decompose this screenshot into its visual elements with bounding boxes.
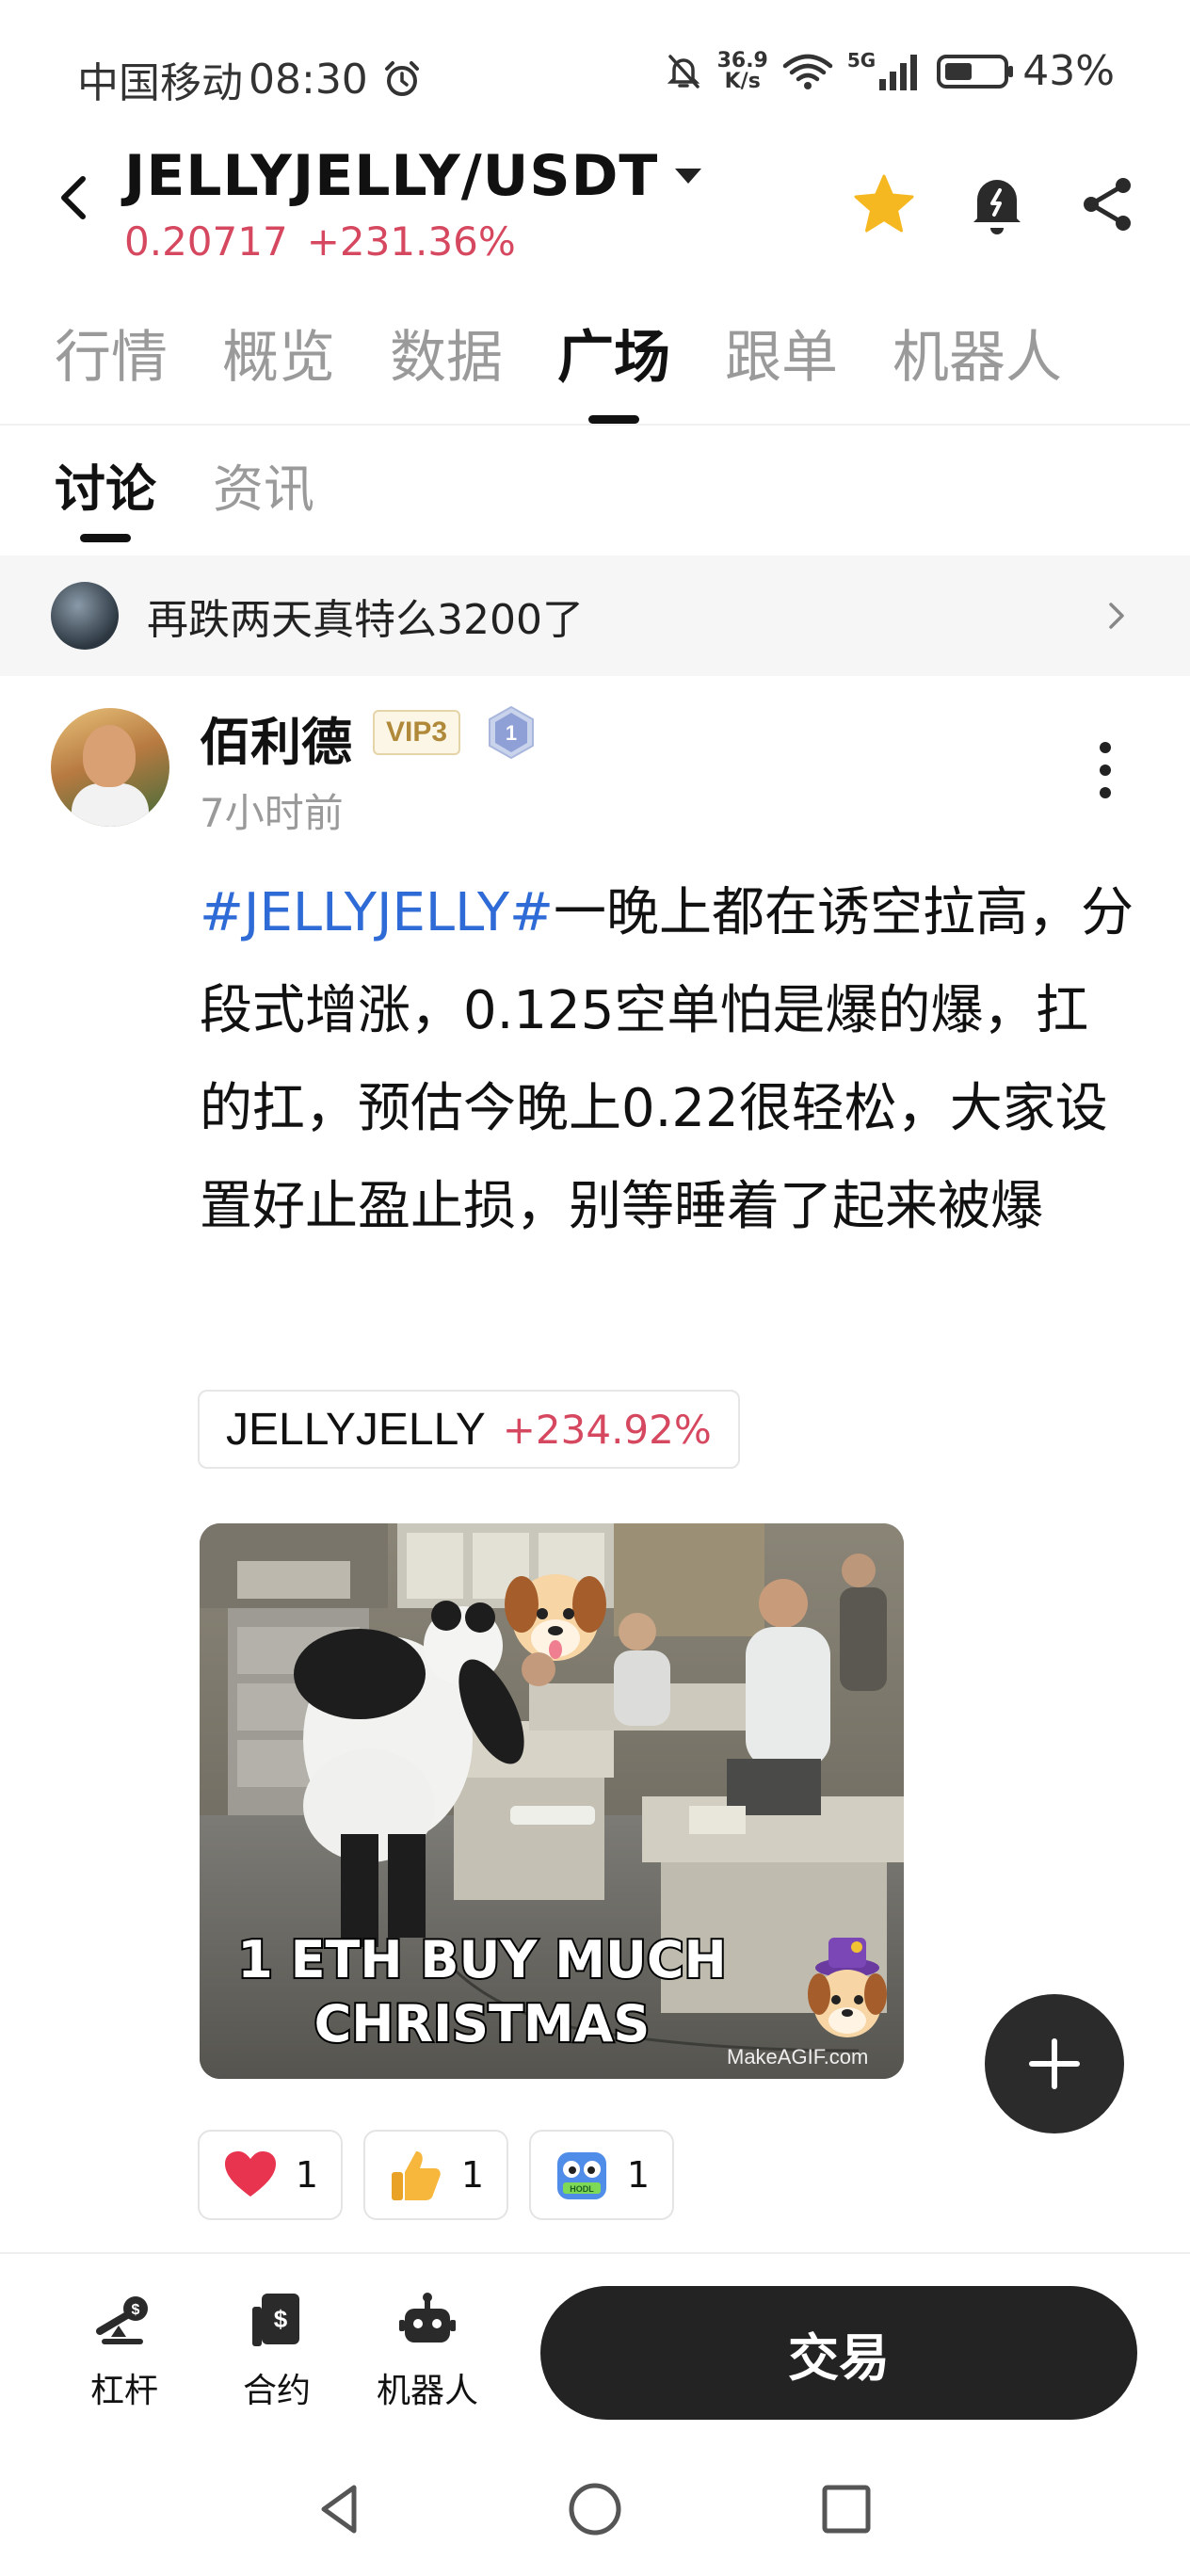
- tab-data[interactable]: 数据: [390, 311, 503, 424]
- status-bar: 中国移动 08:30 36.9 K/s 5G 43%: [0, 0, 1190, 141]
- contract-button[interactable]: $ 合约: [201, 2288, 352, 2412]
- system-home-icon[interactable]: [562, 2476, 628, 2542]
- sub-tabs: 讨论 资讯: [55, 452, 371, 542]
- tab-copy-trading[interactable]: 跟单: [725, 311, 838, 424]
- thumbs-up-icon: [388, 2147, 444, 2203]
- post-body: #JELLYJELLY#一晚上都在诱空拉高，分段式增涨，0.125空单怕是爆的爆…: [200, 864, 1141, 1256]
- reactions-bar: 1 1 HODL 1: [198, 2130, 695, 2220]
- main-tabs: 行情 概览 数据 广场 跟单 机器人: [0, 311, 1190, 424]
- caret-down-icon: [675, 169, 702, 184]
- pinned-post-banner[interactable]: 再跌两天真特么3200了: [0, 555, 1190, 676]
- reaction-hodl[interactable]: HODL 1: [529, 2130, 674, 2220]
- network-speed-value: 36.9: [716, 48, 768, 72]
- pair-name: JELLYJELLY/USDT: [124, 143, 659, 209]
- heart-icon: [222, 2147, 279, 2203]
- price-alert-bell-icon[interactable]: [962, 169, 1032, 239]
- price-change: +231.36%: [306, 218, 516, 265]
- vip-badge: VIP3: [373, 710, 461, 755]
- post-gif-image[interactable]: 1 ETH BUY MUCH CHRISTMAS MakeAGIF.com: [200, 1523, 904, 2079]
- coin-tag-change: +234.92%: [502, 1406, 712, 1453]
- chevron-right-icon: [1109, 603, 1124, 629]
- tabs-divider: [0, 424, 1190, 426]
- tab-discussion[interactable]: 讨论: [55, 452, 156, 542]
- coin-tag[interactable]: JELLYJELLY +234.92%: [198, 1390, 740, 1469]
- pair-selector[interactable]: JELLYJELLY/USDT: [124, 143, 702, 209]
- author-name[interactable]: 佰利德: [200, 700, 352, 775]
- battery-icon: [937, 54, 1014, 89]
- tab-bots[interactable]: 机器人: [892, 311, 1062, 424]
- reaction-thumbs-up[interactable]: 1: [363, 2130, 508, 2220]
- back-arrow-icon[interactable]: [47, 169, 104, 226]
- hodl-sticker-label: HODL: [570, 2184, 594, 2194]
- gif-caption-line1: 1 ETH BUY MUCH: [237, 1930, 726, 1989]
- tab-square[interactable]: 广场: [557, 311, 670, 424]
- pinned-post-text: 再跌两天真特么3200了: [147, 596, 584, 644]
- bottom-action-bar: $ 杠杆 $ 合约 机器人 交易: [0, 2254, 1190, 2442]
- robot-label: 机器人: [376, 2372, 478, 2410]
- hashtag-link[interactable]: #JELLYJELLY#: [200, 882, 554, 943]
- create-post-button[interactable]: [985, 1994, 1124, 2133]
- status-left: 中国移动 08:30: [77, 49, 423, 109]
- network-speed-unit: K/s: [724, 69, 761, 93]
- hodl-robot-icon: HODL: [554, 2147, 610, 2203]
- level-badge: 1: [489, 705, 534, 760]
- avatar: [51, 582, 119, 650]
- last-price: 0.20717: [124, 218, 288, 265]
- leverage-icon: $: [92, 2288, 156, 2352]
- coin-tag-name: JELLYJELLY: [226, 1404, 486, 1455]
- leverage-label: 杠杆: [89, 2372, 158, 2410]
- share-icon[interactable]: [1073, 169, 1143, 239]
- gif-watermark: MakeAGIF.com: [727, 2045, 868, 2069]
- tab-overview[interactable]: 概览: [222, 311, 335, 424]
- trade-button[interactable]: 交易: [540, 2286, 1137, 2420]
- level-number: 1: [506, 721, 517, 745]
- status-right: 36.9 K/s 5G 43%: [650, 47, 1115, 95]
- favorite-star-icon[interactable]: [849, 169, 919, 239]
- battery-percent: 43%: [1022, 47, 1115, 95]
- robot-icon: [395, 2288, 459, 2352]
- carrier-name: 中国移动: [77, 59, 243, 107]
- gif-caption-line2: CHRISTMAS: [314, 1994, 651, 2053]
- wifi-icon: [782, 54, 833, 89]
- pair-header: JELLYJELLY/USDT 0.20717 +231.36%: [0, 141, 1190, 273]
- clock-time: 08:30: [249, 55, 368, 104]
- system-back-icon[interactable]: [307, 2476, 373, 2542]
- svg-text:$: $: [132, 2302, 140, 2318]
- alarm-icon: [384, 61, 419, 96]
- contract-label: 合约: [242, 2372, 311, 2410]
- contract-icon: $: [245, 2288, 309, 2352]
- system-recents-icon[interactable]: [813, 2476, 879, 2542]
- reaction-count: 1: [460, 2154, 485, 2196]
- reaction-heart[interactable]: 1: [198, 2130, 343, 2220]
- svg-text:$: $: [274, 2305, 288, 2333]
- tab-news[interactable]: 资讯: [213, 452, 314, 542]
- network-type: 5G: [846, 49, 876, 72]
- signal-icon: [879, 54, 918, 90]
- network-speed: 36.9 K/s: [716, 48, 768, 93]
- reaction-count: 1: [626, 2154, 651, 2196]
- tab-market[interactable]: 行情: [55, 311, 168, 424]
- more-options-icon[interactable]: [1081, 733, 1130, 808]
- leverage-button[interactable]: $ 杠杆: [49, 2288, 200, 2412]
- system-navigation-bar: [0, 2442, 1190, 2576]
- robot-button[interactable]: 机器人: [352, 2288, 503, 2412]
- avatar[interactable]: [51, 708, 169, 827]
- post-time: 7小时前: [200, 790, 344, 836]
- reaction-count: 1: [295, 2154, 319, 2196]
- mute-icon: [667, 54, 700, 89]
- price-line: 0.20717 +231.36%: [124, 218, 516, 265]
- plus-icon: [1029, 2038, 1080, 2089]
